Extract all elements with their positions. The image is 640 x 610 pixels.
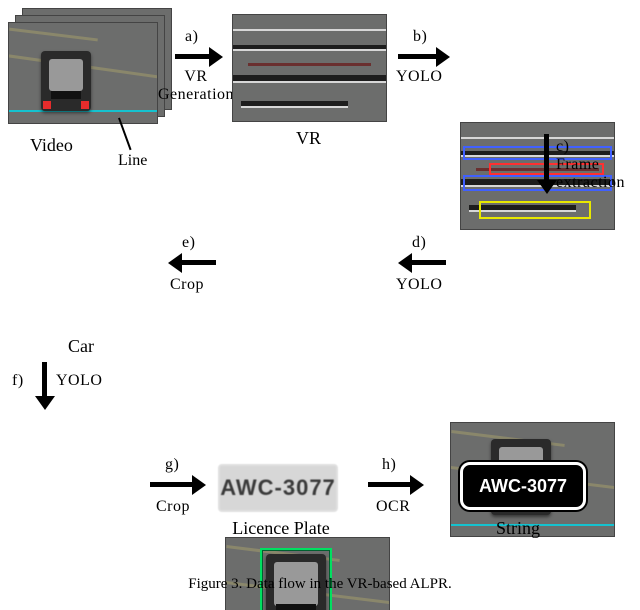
- step-f-label: YOLO: [56, 372, 102, 390]
- frame-with-box: [225, 537, 390, 610]
- step-e-letter: e): [182, 234, 195, 252]
- step-a-label: VR Generation: [156, 68, 236, 104]
- string-value: AWC-3077: [460, 462, 586, 510]
- step-d-letter: d): [412, 234, 426, 252]
- step-g-letter: g): [165, 456, 179, 474]
- vr-image: [232, 14, 387, 122]
- step-f-letter: f): [12, 372, 24, 390]
- figure: Video Line a) VR Generation VR b) YOLO: [0, 0, 640, 610]
- step-h-letter: h): [382, 456, 396, 474]
- car-crop-label: Car: [68, 336, 94, 357]
- step-h-label: OCR: [376, 498, 410, 516]
- string-box: AWC-3077: [460, 462, 586, 510]
- line-label: Line: [118, 152, 147, 170]
- step-c-label: Frame extraction: [556, 156, 625, 192]
- plate-value: AWC-3077: [218, 464, 338, 512]
- string-label: String: [496, 518, 540, 539]
- step-b-label: YOLO: [396, 68, 442, 86]
- licence-plate-label: Licence Plate: [216, 518, 346, 539]
- step-b-letter: b): [413, 28, 427, 46]
- step-a-letter: a): [185, 28, 198, 46]
- figure-caption: Figure 3. Data flow in the VR-based ALPR…: [0, 576, 640, 593]
- step-e-label: Crop: [170, 276, 204, 294]
- video-stack: [8, 8, 176, 128]
- step-g-label: Crop: [156, 498, 190, 516]
- step-c-letter: c): [556, 138, 569, 156]
- video-label: Video: [30, 135, 73, 156]
- vr-label: VR: [296, 128, 321, 149]
- step-d-label: YOLO: [396, 276, 442, 294]
- licence-plate-image: AWC-3077: [218, 464, 338, 512]
